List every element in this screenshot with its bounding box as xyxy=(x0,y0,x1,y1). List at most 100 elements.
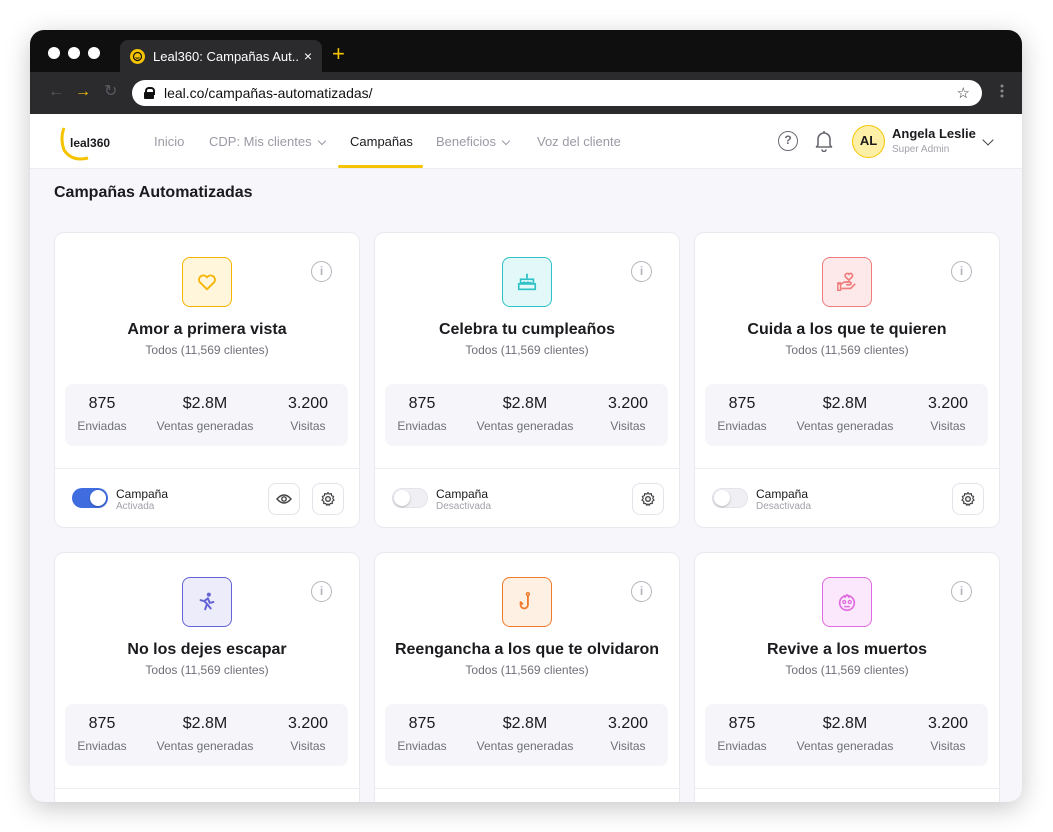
info-icon[interactable]: i xyxy=(631,581,652,602)
help-icon[interactable]: ? xyxy=(778,131,798,151)
campaign-card[interactable]: i No los dejes escapar Todos (11,569 cli… xyxy=(54,552,360,802)
stat-value: 3.200 xyxy=(607,395,649,412)
campaign-stats: 875 Enviadas $2.8M Ventas generadas 3.20… xyxy=(65,704,348,766)
info-icon[interactable]: i xyxy=(311,581,332,602)
campaign-card[interactable]: i Celebra tu cumpleaños Todos (11,569 cl… xyxy=(374,232,680,528)
nav-campanas[interactable]: Campañas xyxy=(350,134,413,149)
address-toolbar: ← → ↻ leal.co/campañas-automatizadas/ ☆ xyxy=(30,72,1022,114)
stat-0: 875 Enviadas xyxy=(695,395,797,433)
toggle-label: Campaña xyxy=(756,487,809,501)
campaign-stats: 875 Enviadas $2.8M Ventas generadas 3.20… xyxy=(705,704,988,766)
info-icon[interactable]: i xyxy=(631,261,652,282)
stat-label: Ventas generadas xyxy=(476,419,574,433)
stat-value: 3.200 xyxy=(287,395,329,412)
stat-0: 875 Enviadas xyxy=(55,715,157,753)
stat-value: $2.8M xyxy=(182,715,228,732)
fishing-hook-icon xyxy=(502,577,552,627)
stat-0: 875 Enviadas xyxy=(375,715,477,753)
campaign-title: Revive a los muertos xyxy=(766,641,928,658)
stat-2: 3.200 Visitas xyxy=(253,715,359,753)
reload-icon[interactable]: ↻ xyxy=(104,83,117,101)
chevron-down-icon xyxy=(501,136,511,146)
campaign-toggle[interactable] xyxy=(72,488,108,508)
campaign-stats: 875 Enviadas $2.8M Ventas generadas 3.20… xyxy=(385,384,668,446)
campaign-card[interactable]: i Revive a los muertos Todos (11,569 cli… xyxy=(694,552,1000,802)
card-divider xyxy=(55,468,359,469)
toggle-knob xyxy=(90,490,106,506)
window-close-dot[interactable] xyxy=(48,47,60,59)
card-divider xyxy=(695,468,999,469)
stat-label: Visitas xyxy=(930,739,966,753)
lock-icon xyxy=(144,87,155,99)
stat-value: 875 xyxy=(728,395,756,412)
user-avatar[interactable]: AL xyxy=(852,125,885,158)
campaign-card[interactable]: i Reengancha a los que te olvidaron Todo… xyxy=(374,552,680,802)
stat-1: $2.8M Ventas generadas xyxy=(790,395,900,433)
new-tab-icon[interactable]: + xyxy=(332,43,345,65)
stat-label: Enviadas xyxy=(717,419,767,433)
nav-voz-del-cliente[interactable]: Voz del cliente xyxy=(537,134,621,149)
nav-beneficios-label: Beneficios xyxy=(436,134,496,149)
browser-tab[interactable]: Leal360: Campañas Aut... × xyxy=(120,40,322,72)
campaign-stats: 875 Enviadas $2.8M Ventas generadas 3.20… xyxy=(65,384,348,446)
window-maximize-dot[interactable] xyxy=(88,47,100,59)
nav-cdp-mis-clientes[interactable]: CDP: Mis clientes xyxy=(209,134,326,149)
stat-label: Ventas generadas xyxy=(796,739,894,753)
campaign-title: Reengancha a los que te olvidaron xyxy=(394,641,660,658)
preview-button[interactable] xyxy=(268,483,300,515)
info-icon[interactable]: i xyxy=(951,261,972,282)
tab-title: Leal360: Campañas Aut... xyxy=(153,48,298,64)
user-menu-chevron-icon[interactable] xyxy=(982,134,994,146)
info-icon[interactable]: i xyxy=(951,581,972,602)
stat-label: Enviadas xyxy=(77,739,127,753)
leal360-logo[interactable]: leal360 xyxy=(60,122,120,162)
info-icon[interactable]: i xyxy=(311,261,332,282)
stat-1: $2.8M Ventas generadas xyxy=(790,715,900,753)
stat-1: $2.8M Ventas generadas xyxy=(150,395,260,433)
campaign-title: Cuida a los que te quieren xyxy=(747,321,947,338)
user-role: Super Admin xyxy=(892,144,950,155)
card-divider xyxy=(55,788,359,789)
stat-2: 3.200 Visitas xyxy=(893,715,999,753)
nav-beneficios[interactable]: Beneficios xyxy=(436,134,511,149)
chevron-down-icon xyxy=(317,136,326,146)
leal-favicon-icon xyxy=(130,48,145,64)
forward-arrow-icon[interactable]: → xyxy=(75,83,91,101)
running-person-icon xyxy=(182,577,232,627)
stat-value: 3.200 xyxy=(287,715,329,732)
gear-icon xyxy=(321,491,335,506)
campaign-toggle[interactable] xyxy=(712,488,748,508)
campaign-toggle[interactable] xyxy=(392,488,428,508)
browser-menu-icon[interactable] xyxy=(1000,84,1004,98)
toggle-state: Desactivada xyxy=(436,501,492,512)
bookmark-star-icon[interactable]: ☆ xyxy=(957,84,970,102)
window-minimize-dot[interactable] xyxy=(68,47,80,59)
stat-label: Ventas generadas xyxy=(796,419,894,433)
bell-icon[interactable] xyxy=(815,130,833,153)
tab-close-icon[interactable]: × xyxy=(304,48,312,64)
campaign-audience: Todos (11,569 clientes) xyxy=(145,343,269,357)
settings-button[interactable] xyxy=(632,483,664,515)
stat-1: $2.8M Ventas generadas xyxy=(150,715,260,753)
back-arrow-icon[interactable]: ← xyxy=(48,83,64,101)
campaign-audience: Todos (11,569 clientes) xyxy=(465,663,589,677)
cake-icon xyxy=(502,257,552,307)
campaign-audience: Todos (11,569 clientes) xyxy=(785,343,909,357)
nav-inicio[interactable]: Inicio xyxy=(154,134,184,149)
settings-button[interactable] xyxy=(952,483,984,515)
stat-label: Enviadas xyxy=(77,419,127,433)
settings-button[interactable] xyxy=(312,483,344,515)
campaign-card[interactable]: i Amor a primera vista Todos (11,569 cli… xyxy=(54,232,360,528)
active-tab-indicator xyxy=(338,165,423,168)
stat-2: 3.200 Visitas xyxy=(573,715,679,753)
stat-value: 875 xyxy=(408,395,436,412)
campaign-card[interactable]: i Cuida a los que te quieren Todos (11,5… xyxy=(694,232,1000,528)
hand-heart-icon xyxy=(822,257,872,307)
stat-value: 875 xyxy=(408,715,436,732)
url-bar[interactable]: leal.co/campañas-automatizadas/ ☆ xyxy=(132,80,982,106)
gear-icon xyxy=(641,491,655,506)
eye-icon xyxy=(276,494,292,504)
stat-value: 875 xyxy=(728,715,756,732)
stat-label: Visitas xyxy=(290,739,326,753)
stat-label: Visitas xyxy=(930,419,966,433)
